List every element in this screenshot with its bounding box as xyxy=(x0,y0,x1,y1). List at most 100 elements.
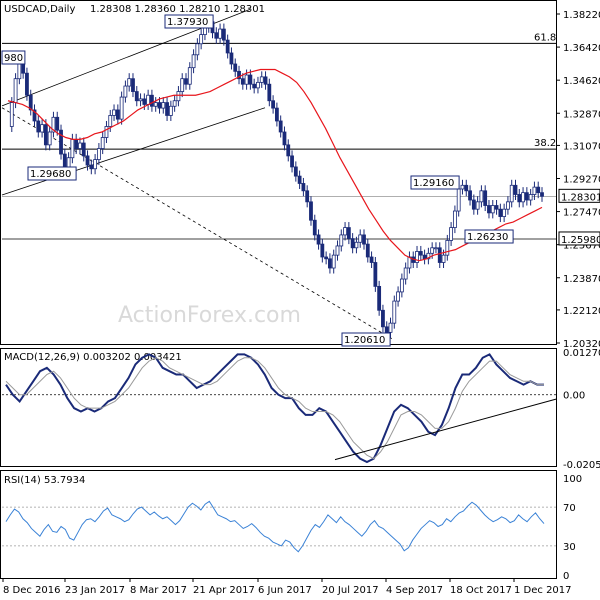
candle-body xyxy=(112,109,116,116)
price-tick-label: 1.36420 xyxy=(563,43,600,54)
candle-body xyxy=(434,247,438,250)
candle-body xyxy=(70,138,75,159)
candle-body xyxy=(452,210,457,228)
rsi-panel: 100 70 30 0 xyxy=(2,474,582,582)
candle-body xyxy=(248,74,253,85)
candle-body xyxy=(240,78,245,85)
candle-body xyxy=(498,208,503,217)
macd-panel-frame xyxy=(0,348,557,467)
candle-body xyxy=(89,164,94,170)
candle-body xyxy=(43,124,48,146)
candle-body xyxy=(468,190,472,201)
candle-body xyxy=(301,183,306,192)
candle-body xyxy=(108,115,113,127)
rsi-tick-label: 70 xyxy=(563,503,576,514)
candle-body xyxy=(85,155,90,166)
x-tick-label: 4 Sep 2017 xyxy=(386,585,443,596)
candle-body xyxy=(418,251,423,256)
candle-body xyxy=(540,192,544,197)
candle-body xyxy=(127,78,132,87)
rsi-title: RSI(14) 53.7934 xyxy=(4,475,85,486)
candle-body xyxy=(119,96,124,120)
macd-trendline xyxy=(334,398,557,461)
candle-body xyxy=(274,107,279,122)
candle-body xyxy=(312,219,317,236)
candle-body xyxy=(100,137,105,149)
signal-line xyxy=(5,357,544,460)
candle-body xyxy=(229,52,234,65)
candle-body xyxy=(331,254,336,269)
candle-body xyxy=(47,131,52,146)
x-tick-label: 20 Jul 2017 xyxy=(322,585,379,596)
candle-body xyxy=(362,234,366,245)
candle-body xyxy=(9,102,14,127)
macd-tick-label: 0.012707 xyxy=(563,348,600,359)
candle-body xyxy=(176,91,181,102)
usdcad-chart: ActionForex.com USDCAD,Daily 1.28308 1.2… xyxy=(0,0,600,596)
candle-body xyxy=(456,188,461,212)
candle-body xyxy=(373,262,378,287)
rsi-panel-frame xyxy=(0,470,557,579)
macd-tick-label: 0.00 xyxy=(563,391,585,402)
candle-body xyxy=(430,247,435,254)
candle-body xyxy=(396,291,400,302)
candle-body xyxy=(479,190,484,203)
candle-body xyxy=(157,102,162,109)
candle-body xyxy=(278,120,283,133)
candle-body xyxy=(131,78,135,92)
candle-body xyxy=(184,78,188,85)
candle-body xyxy=(191,54,196,69)
price-panel-frame xyxy=(0,0,557,345)
candle-body xyxy=(286,144,291,157)
candle-body xyxy=(282,131,287,146)
x-tick-label: 1 Dec 2017 xyxy=(514,585,572,596)
candle-body xyxy=(528,194,533,201)
candle-body xyxy=(297,175,302,184)
candle-body xyxy=(320,243,325,258)
candle-body xyxy=(441,254,446,263)
candle-body xyxy=(252,83,257,89)
candle-body xyxy=(290,155,294,168)
candle-body xyxy=(214,32,219,39)
candle-body xyxy=(358,234,363,243)
candle-body xyxy=(513,184,518,195)
x-axis: 8 Dec 2016 23 Jan 2017 8 Mar 2017 21 Apr 20… xyxy=(2,578,572,596)
candle-body xyxy=(483,190,488,206)
candle-body xyxy=(377,285,382,311)
candle-body xyxy=(13,78,18,103)
candle-body xyxy=(134,91,139,102)
candle-body xyxy=(521,192,525,203)
candle-body xyxy=(471,199,476,210)
candle-body xyxy=(93,159,98,170)
candle-body xyxy=(225,39,230,54)
candle-body xyxy=(392,300,397,324)
candle-body xyxy=(195,43,200,56)
candle-body xyxy=(138,98,143,102)
candle-body xyxy=(271,100,276,109)
candle-body xyxy=(517,194,522,203)
candle-body xyxy=(123,85,128,98)
candle-body xyxy=(449,227,454,241)
candle-body xyxy=(115,109,120,120)
candle-body xyxy=(324,256,329,260)
candle-body xyxy=(381,309,385,328)
candle-body xyxy=(346,227,351,240)
candle-body xyxy=(74,138,79,149)
x-tick-label: 18 Oct 2017 xyxy=(450,585,512,596)
candle-body xyxy=(524,192,529,201)
candle-body xyxy=(328,258,332,269)
candle-body xyxy=(437,247,442,263)
price-tick-label: 1.27470 xyxy=(563,208,600,219)
rsi-tick-label: 0 xyxy=(563,571,569,582)
candle-body xyxy=(399,278,404,293)
candle-body xyxy=(259,76,264,83)
price-tick-label: 1.22120 xyxy=(563,306,600,317)
candle-body xyxy=(475,201,480,210)
candle-body xyxy=(256,81,260,89)
candle-body xyxy=(233,63,238,72)
candle-body xyxy=(403,267,408,280)
candle-body xyxy=(96,148,101,160)
candle-body xyxy=(218,28,222,39)
candle-body xyxy=(221,28,226,41)
price-tick-label: 1.29270 xyxy=(563,175,600,186)
